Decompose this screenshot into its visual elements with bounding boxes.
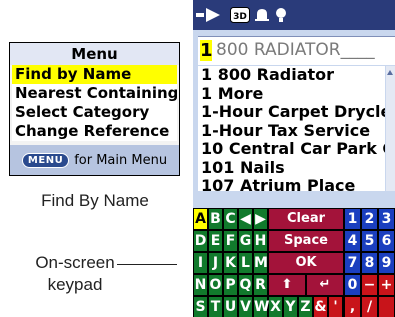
key-v[interactable]: V <box>239 297 252 317</box>
key-right-arrow[interactable]: ▶ <box>254 209 267 229</box>
key-shift[interactable]: ⬆ <box>269 275 305 295</box>
key-z[interactable]: Z <box>299 297 312 317</box>
key-g[interactable]: G <box>239 231 252 251</box>
key-d[interactable]: D <box>194 231 207 251</box>
key-plus[interactable]: + <box>379 275 394 295</box>
menu-list: Find by Name Nearest Containing... Selec… <box>12 65 177 141</box>
key-a[interactable]: A <box>194 209 207 229</box>
arrow-icon <box>196 8 220 22</box>
keypad-row: D E F G H Space 4 5 6 <box>193 231 395 251</box>
key-5[interactable]: 5 <box>362 231 377 251</box>
key-blank[interactable] <box>379 297 394 317</box>
menu-title: Menu <box>10 43 179 65</box>
3d-map-icon: 3D <box>230 7 250 23</box>
key-q[interactable]: Q <box>239 275 252 295</box>
key-l[interactable]: L <box>239 253 252 273</box>
key-t[interactable]: T <box>209 297 222 317</box>
key-u[interactable]: U <box>224 297 237 317</box>
key-slash[interactable]: / <box>362 297 377 317</box>
keypad-row: S T U V W X Y Z & ' , / <box>193 297 395 317</box>
key-ampersand[interactable]: & <box>314 297 327 317</box>
key-n[interactable]: N <box>194 275 207 295</box>
key-j[interactable]: J <box>209 253 222 273</box>
keypad-row: I J K L M OK 7 8 9 <box>193 253 395 273</box>
menu-item-select-category[interactable]: Select Category <box>12 103 177 122</box>
menu-button-icon: MENU <box>21 152 70 168</box>
key-o[interactable]: O <box>209 275 222 295</box>
menu-item-find-by-name[interactable]: Find by Name <box>12 65 177 84</box>
scroll-up-arrow-icon[interactable] <box>387 70 393 75</box>
search-cursor: 1 <box>200 40 213 61</box>
key-clear[interactable]: Clear <box>269 209 343 229</box>
callout-leader-line <box>117 264 177 265</box>
key-ok[interactable]: OK <box>269 253 343 273</box>
search-field[interactable]: 1 800 RADIATOR____ <box>198 36 395 65</box>
key-b[interactable]: B <box>209 209 222 229</box>
keypad-row: N O P Q R ⬆ ↵ 0 − + <box>193 275 395 295</box>
key-s[interactable]: S <box>194 297 207 317</box>
on-screen-keypad: A B C ◀ ▶ Clear 1 2 3 D E F G H Space 4 … <box>193 208 395 317</box>
device-screen: 3D 1 800 RADIATOR____ 1 800 Radiator 1 M… <box>193 0 395 317</box>
caption-keypad-line2: keypad <box>47 275 103 294</box>
svg-text:3D: 3D <box>233 12 247 22</box>
key-1[interactable]: 1 <box>345 209 360 229</box>
menu-item-change-reference[interactable]: Change Reference <box>12 122 177 141</box>
key-enter[interactable]: ↵ <box>307 275 343 295</box>
caption-find-by-name: Find By Name <box>41 191 149 210</box>
result-row[interactable]: 1-Hour Tax Service <box>198 121 385 141</box>
key-7[interactable]: 7 <box>345 253 360 273</box>
result-row[interactable]: 1 More <box>198 84 385 104</box>
result-row[interactable]: 107 Atrium Place <box>198 176 385 191</box>
key-space[interactable]: Space <box>269 231 343 251</box>
results-list: 1 800 Radiator 1 More 1-Hour Carpet Dryc… <box>198 66 385 191</box>
key-apostrophe[interactable]: ' <box>329 297 342 317</box>
key-h[interactable]: H <box>254 231 267 251</box>
key-p[interactable]: P <box>224 275 237 295</box>
key-4[interactable]: 4 <box>345 231 360 251</box>
menu-footer-text: for Main Menu <box>74 152 168 168</box>
results-scrollbar[interactable] <box>386 66 395 191</box>
bell-icon <box>255 9 269 21</box>
caption-on-screen-keypad: On-screen keypad <box>12 252 138 296</box>
key-w[interactable]: W <box>254 297 269 317</box>
key-y[interactable]: Y <box>284 297 297 317</box>
key-2[interactable]: 2 <box>362 209 377 229</box>
status-bar: 3D <box>193 0 395 30</box>
result-row[interactable]: 1-Hour Carpet Dryclea <box>198 102 385 122</box>
result-row[interactable]: 10 Central Car Park G <box>198 139 385 159</box>
result-row[interactable]: 1 800 Radiator <box>198 66 385 85</box>
menu-item-nearest-containing[interactable]: Nearest Containing... <box>12 84 177 103</box>
key-m[interactable]: M <box>254 253 268 273</box>
key-minus[interactable]: − <box>362 275 377 295</box>
find-menu-panel: Menu Find by Name Nearest Containing... … <box>9 42 180 176</box>
key-i[interactable]: I <box>194 253 207 273</box>
key-x[interactable]: X <box>269 297 282 317</box>
key-k[interactable]: K <box>224 253 237 273</box>
key-6[interactable]: 6 <box>379 231 394 251</box>
key-9[interactable]: 9 <box>379 253 394 273</box>
lightbulb-icon <box>276 8 286 22</box>
key-e[interactable]: E <box>209 231 222 251</box>
key-r[interactable]: R <box>254 275 267 295</box>
key-8[interactable]: 8 <box>362 253 377 273</box>
key-left-arrow[interactable]: ◀ <box>239 209 252 229</box>
menu-footer: MENU for Main Menu <box>10 145 179 175</box>
key-c[interactable]: C <box>224 209 237 229</box>
key-f[interactable]: F <box>224 231 237 251</box>
search-text: 800 RADIATOR____ <box>216 40 375 60</box>
key-3[interactable]: 3 <box>379 209 394 229</box>
key-0[interactable]: 0 <box>345 275 360 295</box>
key-comma[interactable]: , <box>345 297 360 317</box>
caption-keypad-line1: On-screen <box>35 253 115 272</box>
keypad-row: A B C ◀ ▶ Clear 1 2 3 <box>193 209 395 229</box>
result-row[interactable]: 101 Nails <box>198 158 385 178</box>
